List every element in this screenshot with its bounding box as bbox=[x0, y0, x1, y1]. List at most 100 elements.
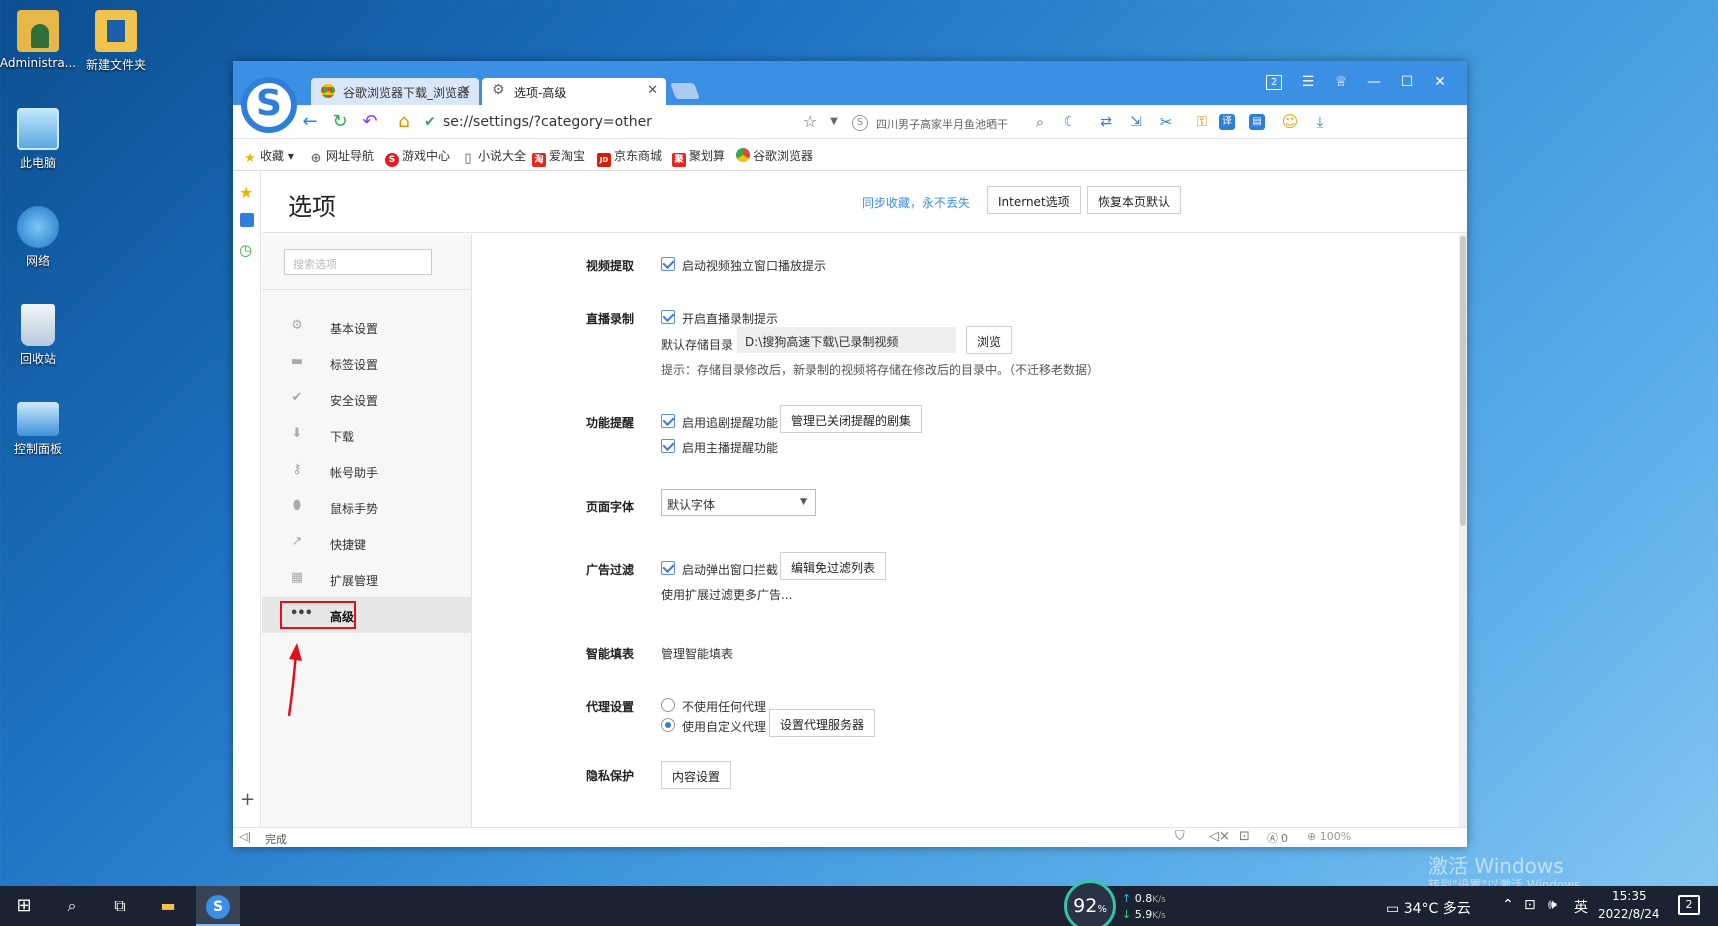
volume-icon[interactable]: 🕪 bbox=[1548, 897, 1557, 913]
manage-closed-reminders-button[interactable]: 管理已关闭提醒的剧集 bbox=[780, 405, 923, 433]
search-icon[interactable]: ⌕ bbox=[50, 886, 94, 926]
radio-custom-proxy[interactable] bbox=[661, 718, 675, 732]
nav-item-tabs[interactable]: ▬ 标签设置 bbox=[262, 345, 472, 381]
tab-settings-advanced[interactable]: ⚙ 选项-高级 ✕ bbox=[482, 78, 666, 105]
bookmark-taobao[interactable]: 淘爱淘宝 bbox=[532, 147, 585, 167]
scissors-icon[interactable]: ✂ bbox=[1155, 111, 1177, 133]
close-icon[interactable]: ✕ bbox=[460, 83, 471, 98]
desktop-icon-recycle-bin[interactable]: 回收站 bbox=[0, 304, 80, 367]
desktop-icon-control-panel[interactable]: 控制面板 bbox=[0, 402, 80, 457]
font-select[interactable]: 默认字体 ▼ bbox=[661, 489, 816, 516]
clock-time[interactable]: 15:35 bbox=[1612, 889, 1647, 903]
edit-whitelist-button[interactable]: 编辑免过滤列表 bbox=[780, 552, 887, 580]
bookmark-star-icon[interactable]: ☆ bbox=[799, 111, 821, 133]
extension-filter-link[interactable]: 使用扩展过滤更多广告... bbox=[661, 586, 792, 603]
history-clock-icon[interactable]: ◷ bbox=[239, 241, 252, 259]
bookmark-favorites[interactable]: ★ 收藏 ▾ bbox=[243, 147, 294, 166]
checkbox-drama-reminder[interactable] bbox=[661, 414, 675, 428]
scrollbar-thumb[interactable] bbox=[1460, 236, 1466, 526]
add-sidebar-icon[interactable]: + bbox=[240, 789, 255, 810]
checkbox-video-popup[interactable] bbox=[661, 257, 675, 271]
nav-item-advanced[interactable]: ••• 高级 bbox=[262, 597, 472, 633]
bookmark-nav[interactable]: ⊕ 网址导航 bbox=[309, 147, 374, 166]
security-shield-icon[interactable]: ⛉ bbox=[1175, 829, 1185, 844]
close-window-button[interactable]: ✕ bbox=[1429, 71, 1451, 93]
refresh-icon[interactable]: ↻ bbox=[329, 111, 351, 133]
network-speed-widget[interactable]: 92% ↑ 0.8K/s ↓ 5.9K/s bbox=[1060, 880, 1180, 926]
internet-options-button[interactable]: Internet选项 bbox=[987, 186, 1081, 214]
tray-chevron-icon[interactable]: ⌃ bbox=[1502, 897, 1514, 913]
start-windows-icon[interactable]: ⊞ bbox=[2, 886, 46, 926]
login-icon[interactable]: ⇲ bbox=[1125, 111, 1147, 133]
nav-item-account[interactable]: ⚷ 帐号助手 bbox=[262, 453, 472, 489]
restore-defaults-button[interactable]: 恢复本页默认 bbox=[1087, 186, 1182, 214]
sync-link[interactable]: 同步收藏，永不丢失 bbox=[862, 194, 970, 211]
bookmark-jd[interactable]: JD 京东商城 bbox=[597, 147, 662, 167]
clock-date[interactable]: 2022/8/24 bbox=[1598, 907, 1660, 921]
desktop-icon-new-folder[interactable]: 新建文件夹 bbox=[74, 10, 158, 73]
download-icon[interactable]: ⤓ bbox=[1309, 111, 1331, 133]
zoom-icon[interactable]: ⊕ 100% bbox=[1307, 830, 1351, 843]
set-proxy-button[interactable]: 设置代理服务器 bbox=[769, 709, 876, 737]
content-settings-button[interactable]: 内容设置 bbox=[661, 761, 732, 789]
back-arrow-icon[interactable]: ← bbox=[299, 111, 321, 133]
undo-icon[interactable]: ↶ bbox=[359, 111, 381, 133]
window-count-badge[interactable]: 2 bbox=[1266, 75, 1282, 90]
nav-item-download[interactable]: ⬇ 下载 bbox=[262, 417, 472, 453]
nav-item-mouse-gesture[interactable]: ⬮ 鼠标手势 bbox=[262, 489, 472, 525]
chrome-icon bbox=[736, 148, 750, 162]
ime-indicator[interactable]: 英 bbox=[1574, 897, 1588, 917]
capture-icon[interactable]: ⊡ bbox=[1239, 829, 1250, 844]
close-icon[interactable]: ✕ bbox=[647, 83, 658, 98]
key-icon[interactable]: ⚿ bbox=[1191, 111, 1213, 133]
adblock-icon[interactable]: Ⓐ 0 bbox=[1267, 830, 1288, 846]
new-tab-button[interactable] bbox=[670, 83, 700, 99]
search-engine-icon[interactable]: S bbox=[852, 115, 868, 131]
sidebar-toggle-icon[interactable]: ◁| bbox=[239, 830, 251, 843]
weather-widget[interactable]: ▭ 34°C 多云 bbox=[1386, 898, 1471, 918]
search-input[interactable]: 四川男子高家半月鱼池晒干 bbox=[876, 116, 1026, 132]
bookmark-games[interactable]: S 游戏中心 bbox=[385, 147, 450, 167]
bookmark-juhuasuan[interactable]: 聚聚划算 bbox=[672, 147, 725, 167]
moon-icon[interactable]: ☾ bbox=[1059, 111, 1081, 133]
url-field[interactable]: se://settings/?category=other bbox=[443, 114, 803, 130]
desktop-icon-administrator[interactable]: Administra... bbox=[0, 10, 80, 70]
minimize-button[interactable]: — bbox=[1363, 71, 1385, 93]
desktop-icon-network[interactable]: 网络 bbox=[0, 206, 80, 269]
settings-search-input[interactable]: 搜索选项 bbox=[284, 249, 432, 275]
notification-icon[interactable]: 2 bbox=[1678, 895, 1700, 915]
tab-google-download[interactable]: 谷歌浏览器下载_浏览器 ✕ bbox=[311, 78, 479, 105]
scrollbar[interactable] bbox=[1459, 234, 1467, 827]
browse-button[interactable]: 浏览 bbox=[966, 326, 1013, 354]
maximize-button[interactable]: ☐ bbox=[1396, 71, 1418, 93]
checkbox-popup-block[interactable] bbox=[661, 561, 675, 575]
app-icon[interactable]: 译 bbox=[1219, 114, 1235, 130]
reader-icon[interactable] bbox=[240, 213, 254, 227]
emoji-icon[interactable]: ☺ bbox=[1279, 111, 1301, 133]
checkbox-live-record[interactable] bbox=[661, 310, 675, 324]
nav-item-shortcuts[interactable]: ↗ 快捷键 bbox=[262, 525, 472, 561]
desktop-icon-this-pc[interactable]: 此电脑 bbox=[0, 108, 80, 171]
mute-icon[interactable]: ◁× bbox=[1209, 829, 1230, 844]
nav-item-extensions[interactable]: ▦ 扩展管理 bbox=[262, 561, 472, 597]
skin-shirt-icon[interactable]: ♕ bbox=[1330, 71, 1352, 93]
chevron-down-icon[interactable]: ▼ bbox=[823, 111, 845, 133]
tray-network-icon[interactable]: ⊡ bbox=[1524, 897, 1536, 913]
manage-autofill-link[interactable]: 管理智能填表 bbox=[661, 645, 733, 662]
storage-dir-field[interactable]: D:\搜狗高速下载\已录制视频 bbox=[737, 327, 956, 353]
sogou-browser-taskbar-icon[interactable]: S bbox=[196, 886, 240, 926]
search-icon[interactable]: ⌕ bbox=[1029, 111, 1051, 133]
notebook-icon[interactable]: ▤ bbox=[1249, 114, 1265, 130]
translate-icon[interactable]: ⇄ bbox=[1095, 111, 1117, 133]
bookmark-novels[interactable]: ▯ 小说大全 bbox=[461, 147, 526, 166]
nav-item-basic[interactable]: ⚙ 基本设置 bbox=[262, 309, 472, 345]
checkbox-streamer-reminder[interactable] bbox=[661, 439, 675, 453]
favorites-star-icon[interactable]: ★ bbox=[239, 183, 253, 202]
nav-item-security[interactable]: ✔ 安全设置 bbox=[262, 381, 472, 417]
radio-no-proxy[interactable] bbox=[661, 698, 675, 712]
task-view-icon[interactable]: ⧉ bbox=[98, 886, 142, 926]
bookmark-chrome[interactable]: 谷歌浏览器 bbox=[736, 147, 813, 164]
home-icon[interactable]: ⌂ bbox=[393, 111, 415, 133]
menu-icon[interactable]: ☰ bbox=[1297, 71, 1319, 93]
file-explorer-icon[interactable]: ▬ bbox=[146, 886, 190, 926]
